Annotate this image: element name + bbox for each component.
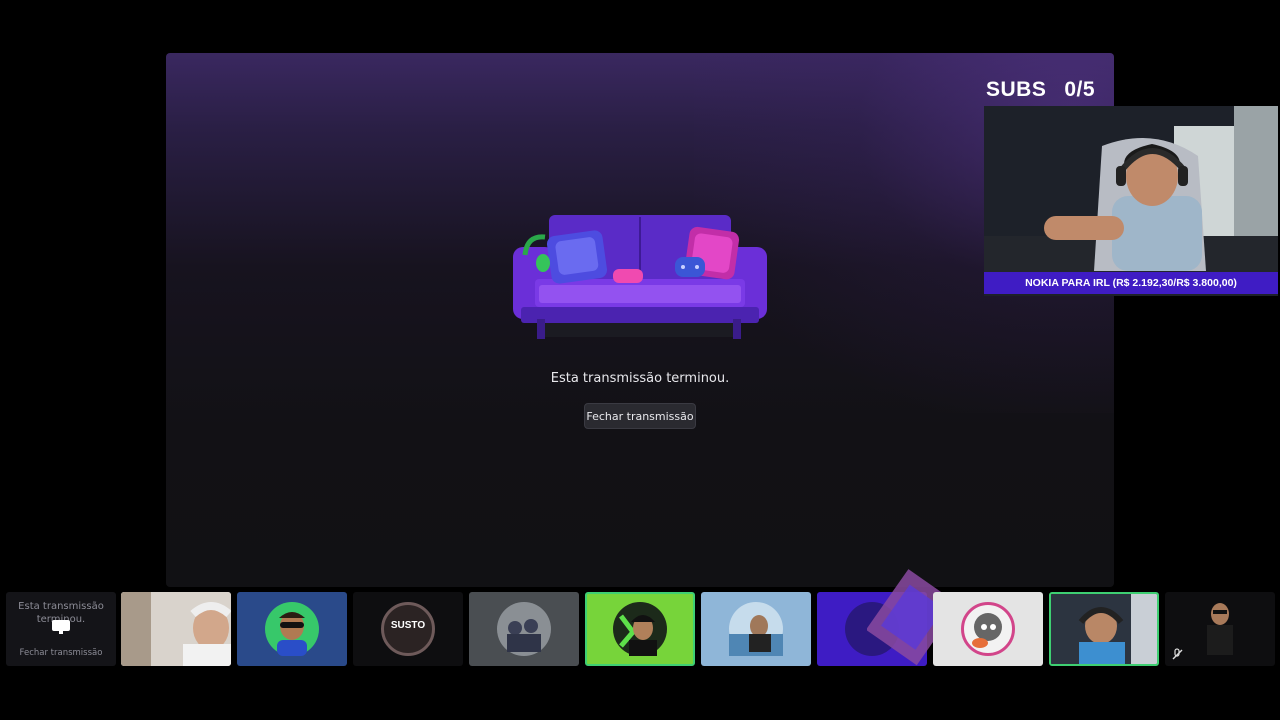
screen-icon bbox=[52, 620, 70, 634]
stream-tile-5[interactable] bbox=[585, 592, 695, 666]
stream-tile-10[interactable] bbox=[1165, 592, 1275, 666]
webcam-image bbox=[984, 106, 1278, 296]
stream-tile-4[interactable] bbox=[469, 592, 579, 666]
subs-label: SUBS bbox=[986, 78, 1047, 101]
stream-tile-8[interactable] bbox=[933, 592, 1043, 666]
subs-counter: SUBS 0/5 bbox=[986, 78, 1095, 106]
stream-ended-message: Esta transmissão terminou. bbox=[550, 371, 730, 386]
stream-thumbnail bbox=[1051, 594, 1157, 664]
stream-tile-3[interactable]: SUSTO bbox=[353, 592, 463, 666]
stage-ended-panel: Esta transmissão terminou. Fechar transm… bbox=[166, 53, 1114, 587]
stream-thumbnail bbox=[121, 592, 231, 666]
goal-bar: NOKIA PARA IRL (R$ 2.192,30/R$ 3.800,00) bbox=[984, 272, 1278, 294]
avatar bbox=[961, 602, 1015, 656]
avatar-text: SUSTO bbox=[390, 620, 426, 631]
stream-tile-2[interactable] bbox=[237, 592, 347, 666]
avatar bbox=[497, 602, 551, 656]
couch-illustration bbox=[513, 215, 767, 339]
close-stream-button[interactable]: Fechar transmissão bbox=[584, 403, 696, 429]
webcam-feed: NOKIA PARA IRL (R$ 2.192,30/R$ 3.800,00) bbox=[984, 106, 1278, 296]
stream-tile-9[interactable] bbox=[1049, 592, 1159, 666]
stream-tile-7[interactable] bbox=[817, 569, 957, 666]
avatar bbox=[613, 602, 667, 656]
avatar bbox=[265, 602, 319, 656]
subs-count: 0/5 bbox=[1064, 78, 1096, 101]
avatar: SUSTO bbox=[381, 602, 435, 656]
mute-icon bbox=[1172, 648, 1183, 660]
tile-ended[interactable]: Esta transmissão terminou. Fechar transm… bbox=[6, 592, 116, 666]
mini-close-button[interactable]: Fechar transmissão bbox=[6, 648, 116, 658]
stream-tile-6[interactable] bbox=[701, 592, 811, 666]
avatar bbox=[729, 602, 783, 656]
stream-strip: Esta transmissão terminou. Fechar transm… bbox=[0, 569, 1280, 666]
stream-tile-1[interactable] bbox=[121, 592, 231, 666]
